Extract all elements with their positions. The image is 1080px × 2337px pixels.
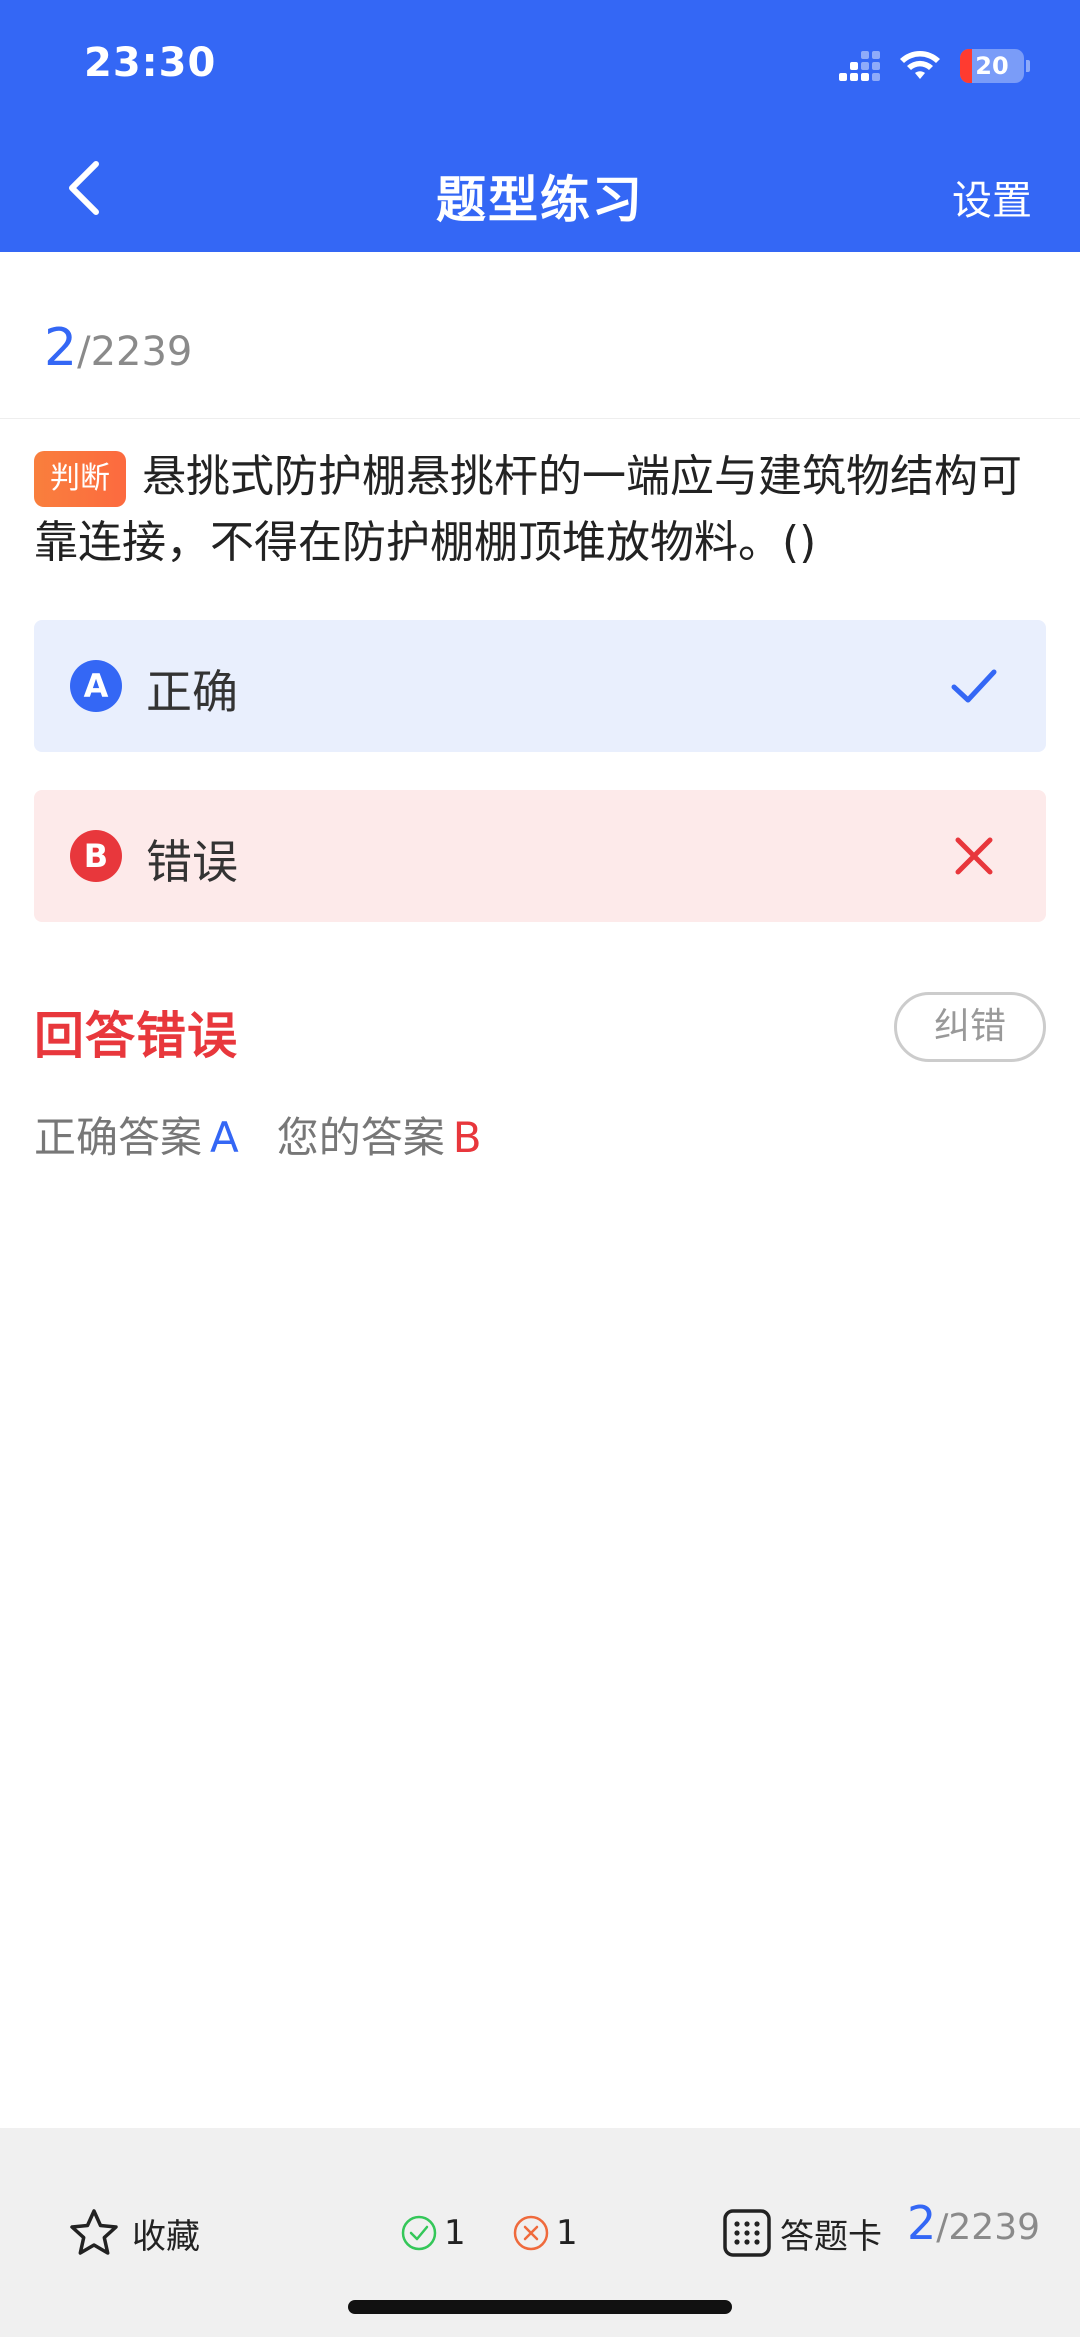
battery-level: 20 [975,52,1009,80]
home-indicator [348,2300,732,2314]
bottom-progress: 2/2239 [907,2196,1040,2250]
answer-card-button[interactable]: 答题卡 [722,2205,882,2261]
correct-count-value: 1 [444,2213,466,2253]
total-count: /2239 [77,329,193,375]
battery-icon: 20 [960,49,1024,83]
option-b[interactable]: B 错误 [34,790,1046,922]
wrong-count-value: 1 [556,2213,578,2253]
current-index: 2 [44,318,78,378]
status-icons: 20 [839,46,1030,86]
wrong-count: 1 [512,2205,578,2261]
result-title: 回答错误 [34,1007,238,1065]
question-text: 悬挑式防护棚悬挑杆的一端应与建筑物结构可靠连接，不得在防护棚棚顶堆放物料。() [34,451,1022,568]
bottom-total-count: /2239 [936,2207,1040,2248]
close-icon [955,837,993,875]
question-stem: 判断 悬挑式防护棚悬挑杆的一端应与建筑物结构可靠连接，不得在防护棚棚顶堆放物料。(… [34,444,1044,576]
wifi-icon [900,51,940,79]
option-text: 错误 [146,835,238,889]
star-icon [70,2209,118,2255]
check-circle-icon [401,2215,437,2251]
question-type-badge: 判断 [34,451,126,507]
option-a[interactable]: A 正确 [34,620,1046,752]
top-bar: 23:30 20 题型练习 设置 [0,0,1080,252]
battery-tip [1026,60,1030,72]
cellular-signal-icon [839,51,880,81]
option-letter: A [70,660,122,712]
correct-answer-label: 正确答案 [34,1113,203,1162]
grid-icon [723,2209,771,2257]
page-title: 题型练习 [436,171,644,229]
user-answer-label: 您的答案 [276,1113,445,1162]
correct-answer-value: A [210,1113,239,1162]
question-counter: 2/2239 [44,318,192,378]
divider [0,418,1080,419]
check-icon [951,669,997,703]
status-time: 23:30 [84,40,217,86]
favorite-label: 收藏 [132,2216,200,2257]
option-text: 正确 [146,665,238,719]
settings-button[interactable]: 设置 [952,168,1032,226]
report-error-button[interactable]: 纠错 [894,992,1046,1062]
answer-card-label: 答题卡 [780,2216,882,2257]
favorite-button[interactable]: 收藏 [68,2205,200,2261]
correct-count: 1 [400,2205,466,2261]
bottom-current-index: 2 [906,2196,937,2250]
option-letter: B [70,830,122,882]
x-circle-icon [513,2215,549,2251]
answer-summary: 正确答案 A 您的答案 B [34,1104,482,1165]
user-answer-value: B [452,1113,482,1162]
